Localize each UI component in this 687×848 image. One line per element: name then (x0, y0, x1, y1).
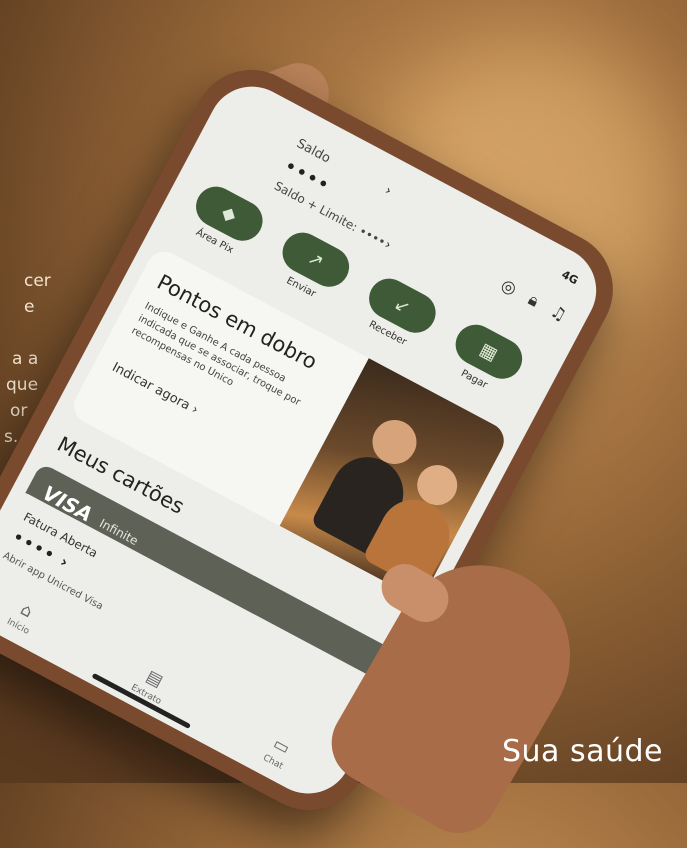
lock-icon[interactable]: 🔒︎ (525, 290, 542, 312)
action-enviar[interactable]: ↗ Enviar (260, 222, 363, 313)
copy-line: cer (24, 271, 51, 291)
corner-title: Sua saúde (501, 734, 663, 769)
tab-inicio[interactable]: ⌂ Início (5, 596, 42, 636)
copy-line: a a (12, 349, 39, 369)
status-bar: 4G (559, 267, 581, 288)
action-area-pix[interactable]: ◆ Área Pix (174, 176, 277, 267)
statement-icon: ▤ (142, 665, 167, 692)
copy-line: e (24, 297, 35, 317)
action-pagar[interactable]: ▦ Pagar (434, 314, 537, 405)
home-icon: ⌂ (17, 599, 37, 622)
eye-off-icon[interactable]: ◎ (497, 275, 519, 300)
promo-link[interactable]: Indicar agora › (109, 360, 200, 418)
chat-icon: ▭ (269, 733, 294, 759)
chevron-right-icon[interactable]: › (382, 183, 394, 199)
bell-icon[interactable]: ♫ (547, 301, 570, 326)
top-icons: ◎ 🔒︎ ♫ (497, 275, 569, 326)
action-receber[interactable]: ↙ Receber (347, 268, 450, 359)
tab-chat[interactable]: ▭ Chat (261, 732, 295, 771)
